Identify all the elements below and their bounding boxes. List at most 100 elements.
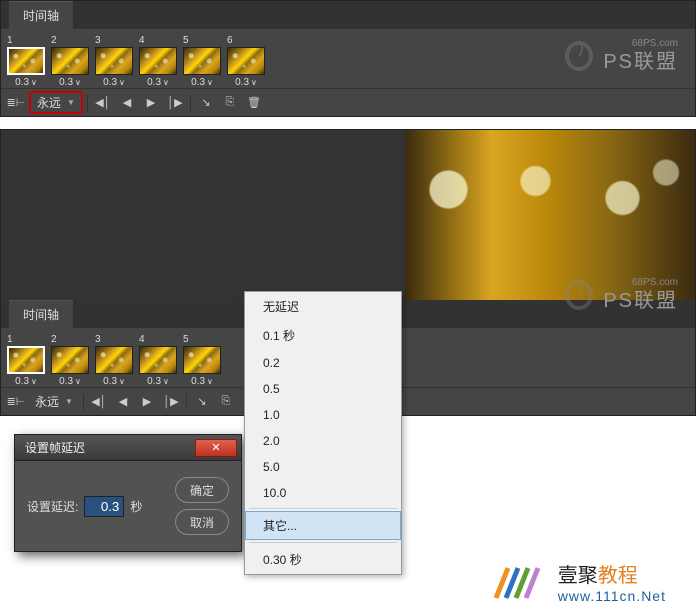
separator <box>87 95 88 111</box>
dialog-titlebar[interactable]: 设置帧延迟 ✕ <box>15 435 241 461</box>
prev-frame-button[interactable]: ◀ <box>116 93 138 113</box>
timeline-toolbar: ≣⊢ 永远 ▼ ◀│ ◀ ▶ │▶ ↘ ⎘ 🗑 <box>1 88 695 116</box>
frame-delay-select[interactable]: 0.3∨ <box>235 77 257 88</box>
delay-input[interactable] <box>84 496 124 517</box>
delay-menu-other[interactable]: 其它... <box>245 511 401 540</box>
duplicate-frame-button[interactable]: ⎘ <box>215 392 237 412</box>
delay-menu-item[interactable]: 0.5 <box>245 376 401 402</box>
frame-delay-select[interactable]: 0.3∨ <box>15 77 37 88</box>
chevron-down-icon: ∨ <box>119 377 125 386</box>
play-button[interactable]: ▶ <box>140 93 162 113</box>
frame-number: 6 <box>227 35 233 46</box>
separator <box>83 394 84 410</box>
frame-delay-select[interactable]: 0.3∨ <box>191 77 213 88</box>
timeline-tab[interactable]: 时间轴 <box>9 300 73 328</box>
loop-playback-select[interactable]: 永远 ▼ <box>29 391 79 412</box>
frame-delay-select[interactable]: 0.3∨ <box>191 376 213 387</box>
delay-label: 设置延迟: <box>27 498 78 515</box>
frame-delay-select[interactable]: 0.3∨ <box>147 77 169 88</box>
animation-frame[interactable]: 50.3∨ <box>181 35 223 88</box>
delay-menu-no-delay[interactable]: 无延迟 <box>245 292 401 321</box>
frame-delay-select[interactable]: 0.3∨ <box>59 77 81 88</box>
frame-number: 4 <box>139 334 145 345</box>
delay-menu-item[interactable]: 10.0 <box>245 480 401 506</box>
animation-frame[interactable]: 4 0.3∨ <box>137 35 179 88</box>
animation-frame[interactable]: 2 0.3∨ <box>49 35 91 88</box>
frame-thumbnail[interactable] <box>227 47 265 75</box>
animation-frame[interactable]: 1 0.3∨ <box>5 334 47 387</box>
frame-thumbnail[interactable] <box>183 346 221 374</box>
animation-frame[interactable]: 6 0.3∨ <box>225 35 267 88</box>
chevron-down-icon: ∨ <box>31 78 37 87</box>
animation-frame[interactable]: 30.3∨ <box>93 35 135 88</box>
chevron-down-icon: ▼ <box>67 98 75 107</box>
timeline-tab[interactable]: 时间轴 <box>9 1 73 29</box>
convert-timeline-icon[interactable]: ≣⊢ <box>5 392 27 412</box>
separator <box>186 394 187 410</box>
frame-thumbnail[interactable] <box>95 346 133 374</box>
chevron-down-icon: ∨ <box>31 377 37 386</box>
separator <box>249 542 397 543</box>
frame-thumbnail[interactable] <box>51 346 89 374</box>
delay-menu-item[interactable]: 0.2 <box>245 350 401 376</box>
first-frame-button[interactable]: ◀│ <box>92 93 114 113</box>
delete-frame-button[interactable]: 🗑 <box>243 93 265 113</box>
frame-thumbnail[interactable] <box>7 47 45 75</box>
delay-unit: 秒 <box>130 498 142 515</box>
tween-button[interactable]: ↘ <box>195 93 217 113</box>
preview-canvas <box>1 130 695 300</box>
animation-frame[interactable]: 5 0.3∨ <box>181 334 223 387</box>
first-frame-button[interactable]: ◀│ <box>88 392 110 412</box>
chevron-down-icon: ∨ <box>251 78 257 87</box>
frame-number: 1 <box>7 334 13 345</box>
frames-strip: 10.3∨20.3∨30.3∨40.3∨50.3∨60.3∨ <box>1 29 695 88</box>
convert-timeline-icon[interactable]: ≣⊢ <box>5 93 27 113</box>
delay-menu-item[interactable]: 0.1 秒 <box>245 321 401 350</box>
animation-frame[interactable]: 3 0.3∨ <box>93 334 135 387</box>
frame-number: 2 <box>51 35 57 46</box>
play-button[interactable]: ▶ <box>136 392 158 412</box>
timeline-tab-bar: 时间轴 <box>1 1 695 29</box>
next-frame-button[interactable]: │▶ <box>160 392 182 412</box>
frame-thumbnail[interactable] <box>95 47 133 75</box>
duplicate-frame-button[interactable]: ⎘ <box>219 93 241 113</box>
frame-number: 3 <box>95 334 101 345</box>
frame-delay-select[interactable]: 0.3∨ <box>103 77 125 88</box>
frame-delay-select[interactable]: 0.3∨ <box>59 376 81 387</box>
frame-delay-select[interactable]: 0.3∨ <box>147 376 169 387</box>
delay-menu-item[interactable]: 5.0 <box>245 454 401 480</box>
loop-playback-select[interactable]: 永远 ▼ <box>29 91 83 114</box>
chevron-down-icon: ∨ <box>163 78 169 87</box>
tween-button[interactable]: ↘ <box>191 392 213 412</box>
animation-frame[interactable]: 2 0.3∨ <box>49 334 91 387</box>
chevron-down-icon: ∨ <box>119 78 125 87</box>
animation-frame[interactable]: 10.3∨ <box>5 35 47 88</box>
frame-delay-select[interactable]: 0.3∨ <box>103 376 125 387</box>
chevron-down-icon: ∨ <box>207 377 213 386</box>
frame-delay-select[interactable]: 0.3∨ <box>15 376 37 387</box>
ok-button[interactable]: 确定 <box>175 477 229 503</box>
frame-number: 5 <box>183 334 189 345</box>
site-watermark: 壹聚教程 www.111cn.Net <box>490 559 666 604</box>
frame-number: 4 <box>139 35 145 46</box>
delay-menu-item[interactable]: 1.0 <box>245 402 401 428</box>
chevron-down-icon: ∨ <box>75 377 81 386</box>
delay-menu-current[interactable]: 0.30 秒 <box>245 545 401 574</box>
frame-number: 2 <box>51 334 57 345</box>
chevron-down-icon: ∨ <box>207 78 213 87</box>
next-frame-button[interactable]: │▶ <box>164 93 186 113</box>
frame-thumbnail[interactable] <box>7 346 45 374</box>
close-button[interactable]: ✕ <box>195 439 237 457</box>
separator <box>190 95 191 111</box>
chevron-down-icon: ∨ <box>163 377 169 386</box>
frame-thumbnail[interactable] <box>183 47 221 75</box>
dialog-title: 设置帧延迟 <box>25 439 85 456</box>
prev-frame-button[interactable]: ◀ <box>112 392 134 412</box>
frame-thumbnail[interactable] <box>139 346 177 374</box>
frame-thumbnail[interactable] <box>139 47 177 75</box>
animation-frame[interactable]: 4 0.3∨ <box>137 334 179 387</box>
delay-menu-item[interactable]: 2.0 <box>245 428 401 454</box>
chevron-down-icon: ▼ <box>65 397 73 406</box>
cancel-button[interactable]: 取消 <box>175 509 229 535</box>
frame-thumbnail[interactable] <box>51 47 89 75</box>
